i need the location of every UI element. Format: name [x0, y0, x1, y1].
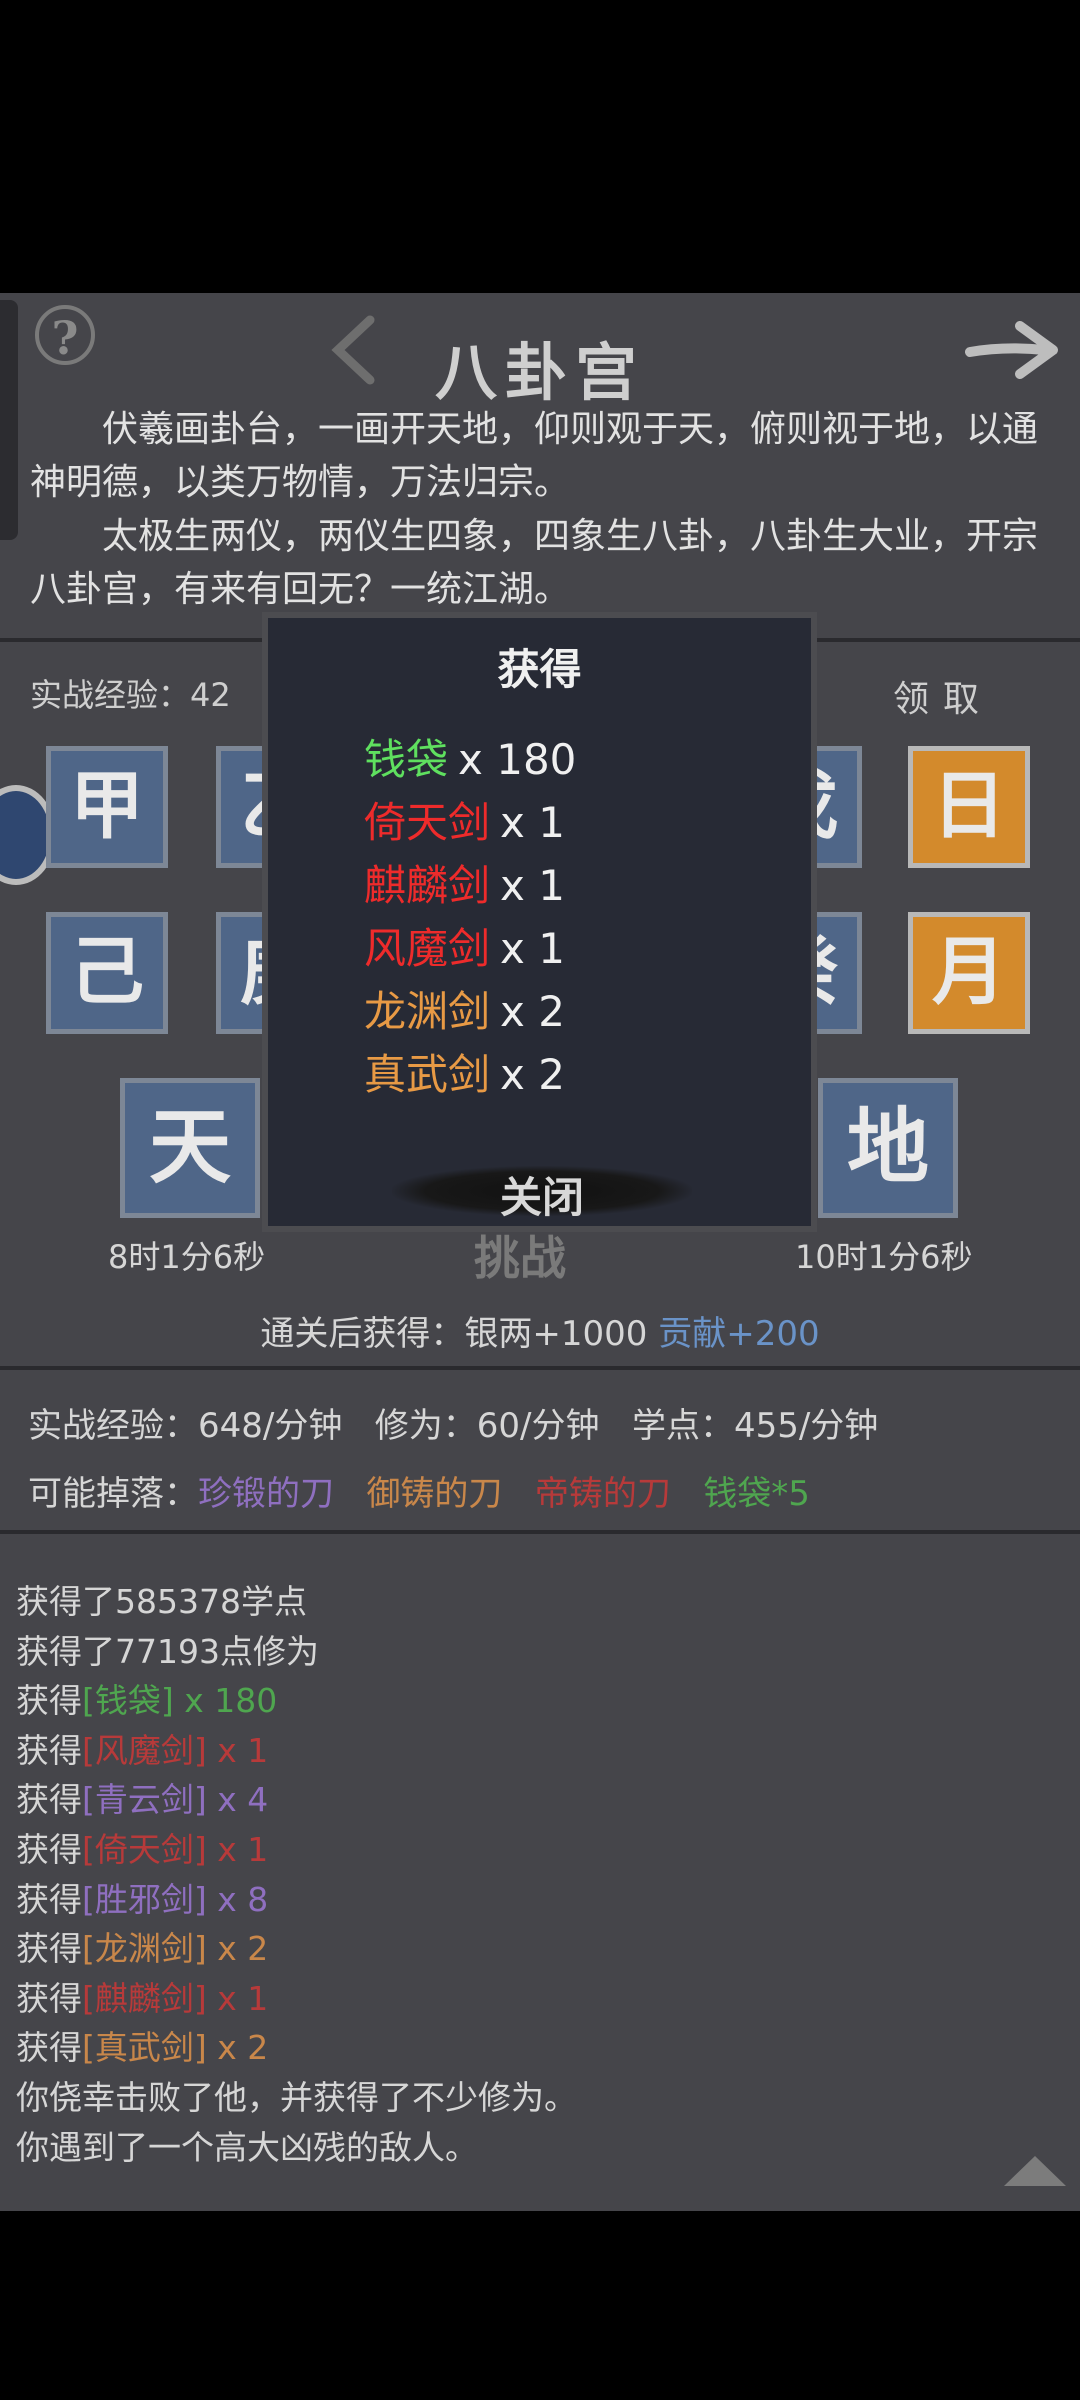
reward-item-qty: x 1	[500, 861, 565, 910]
log-line: 获得[青云剑] x 4	[16, 1773, 268, 1821]
log-item-name: [钱袋]	[82, 1681, 174, 1721]
reward-item-qty: x 1	[500, 798, 565, 847]
reward-text: 通关后获得：银两+1000	[260, 1314, 648, 1354]
tile-ji[interactable]: 己	[46, 912, 168, 1034]
log-line: 获得了585378学点	[16, 1575, 307, 1623]
cultivation-rate: 修为：60/分钟	[374, 1406, 600, 1446]
log-line: 获得[胜邪剑] x 8	[16, 1873, 268, 1921]
log-item-qty: x 180	[173, 1681, 278, 1721]
log-item-name: [龙渊剑]	[82, 1929, 207, 1969]
reward-item-qty: x 2	[500, 987, 565, 1036]
drop-item: 珍锻的刀	[198, 1474, 334, 1514]
log-line: 你遇到了一个高大凶残的敌人。	[16, 2121, 478, 2169]
log-line: 获得[风魔剑] x 1	[16, 1724, 268, 1772]
log-line: 获得[龙渊剑] x 2	[16, 1922, 268, 1970]
log-item-name: [青云剑]	[82, 1780, 207, 1820]
forward-arrow-icon[interactable]	[965, 320, 1060, 380]
log-text: 获得	[16, 1681, 82, 1721]
drop-item: 帝铸的刀	[534, 1474, 671, 1514]
reward-item: 倚天剑 x 1	[364, 791, 724, 854]
log-line: 获得了77193点修为	[16, 1625, 319, 1673]
rate-stats: 实战经验：648/分钟 修为：60/分钟 学点：455/分钟	[28, 1398, 878, 1447]
log-item-qty: x 2	[206, 1929, 269, 1969]
tile-earth[interactable]: 地	[818, 1078, 958, 1218]
reward-item: 麒麟剑 x 1	[364, 854, 724, 917]
battle-exp-counter: 实战经验：42	[30, 676, 231, 714]
reward-item: 真武剑 x 2	[364, 1043, 724, 1098]
description-paragraph: 太极生两仪，两仪生四象，四象生八卦，八卦生大业，开宗八卦宫，有来有回无？一统江湖…	[30, 516, 1039, 610]
divider	[0, 1530, 1080, 1534]
log-item-qty: x 2	[206, 2028, 269, 2068]
log-line: 获得[麒麟剑] x 1	[16, 1972, 268, 2020]
reward-item-name: 倚天剑	[364, 798, 491, 847]
close-button[interactable]: 关闭	[392, 1158, 692, 1224]
reward-item-name: 风魔剑	[364, 924, 491, 973]
reward-item-name: 钱袋	[364, 735, 449, 784]
log-line: 获得[钱袋] x 180	[16, 1674, 277, 1722]
log-text: 获得	[16, 1978, 82, 2018]
log-line: 获得[倚天剑] x 1	[16, 1823, 268, 1871]
tile-sun[interactable]: 日	[908, 746, 1030, 868]
log-text: 获得	[16, 1730, 82, 1770]
log-item-qty: x 4	[206, 1780, 269, 1820]
tile-jia[interactable]: 甲	[46, 746, 168, 868]
reward-item-qty: x 2	[500, 1050, 565, 1098]
log-text: 获得	[16, 2028, 82, 2068]
log-item-name: [麒麟剑]	[82, 1978, 207, 2018]
log-item-qty: x 1	[206, 1978, 269, 2018]
log-item-name: [胜邪剑]	[82, 1879, 207, 1919]
reward-item-name: 真武剑	[364, 1050, 491, 1098]
study-points-rate: 学点：455/分钟	[631, 1406, 879, 1446]
log-item-name: [真武剑]	[82, 2028, 207, 2068]
claim-button[interactable]: 领取	[893, 670, 993, 722]
dialog-title: 获得	[497, 645, 582, 694]
reward-item: 龙渊剑 x 2	[364, 980, 724, 1043]
reward-item-qty: x 180	[458, 735, 577, 784]
log-text: 你遇到了一个高大凶残的敌人。	[16, 2127, 478, 2167]
drop-item: 钱袋*5	[703, 1474, 810, 1514]
reward-item-qty: x 1	[500, 924, 565, 973]
tile-heaven[interactable]: 天	[120, 1078, 260, 1218]
reward-dialog: 获得 钱袋 x 180 倚天剑 x 1 麒麟剑 x 1 风魔剑 x 1 龙渊剑 x 2 真武剑 x 2…	[262, 612, 817, 1232]
log-text: 获得了77193点修为	[16, 1631, 319, 1671]
log-text: 获得	[16, 1929, 82, 1969]
log-line: 你侥幸击败了他，并获得了不少修为。	[16, 2071, 577, 2119]
log-text: 获得	[16, 1830, 82, 1869]
log-item-qty: x 8	[206, 1879, 269, 1919]
description-paragraph: 伏羲画卦台，一画开天地，仰则观于天，俯则视于地，以通神明德，以类万物情，万法归宗…	[30, 409, 1039, 503]
log-item-name: [倚天剑]	[82, 1830, 207, 1869]
drops-label: 可能掉落：	[28, 1474, 198, 1514]
log-text: 获得	[16, 1879, 82, 1919]
log-item-qty: x 1	[206, 1830, 269, 1869]
log-item-name: [风魔剑]	[82, 1730, 207, 1770]
contribution-bonus: 贡献+200	[658, 1314, 820, 1354]
reward-item-name: 龙渊剑	[364, 987, 491, 1036]
earth-timer: 10时1分6秒	[795, 1238, 973, 1276]
log-text: 获得了585378学点	[16, 1582, 307, 1621]
tile-moon[interactable]: 月	[908, 912, 1030, 1034]
battle-exp-rate: 实战经验：648/分钟	[28, 1406, 343, 1446]
log-text: 你侥幸击败了他，并获得了不少修为。	[16, 2078, 577, 2117]
heaven-timer: 8时1分6秒	[108, 1238, 266, 1276]
page-title: 八卦宫	[434, 336, 645, 409]
log-line: 获得[真武剑] x 2	[16, 2021, 268, 2069]
reward-item: 风魔剑 x 1	[364, 917, 724, 980]
drop-item: 御铸的刀	[366, 1474, 503, 1514]
reward-item: 钱袋 x 180	[364, 728, 724, 791]
close-button-label: 关闭	[499, 1173, 584, 1222]
clear-reward: 通关后获得：银两+1000 贡献+200	[0, 1306, 1080, 1355]
reward-item-name: 麒麟剑	[364, 861, 491, 910]
reward-list[interactable]: 钱袋 x 180 倚天剑 x 1 麒麟剑 x 1 风魔剑 x 1 龙渊剑 x 2 真武剑 x 2	[364, 728, 724, 1098]
log-item-qty: x 1	[206, 1730, 269, 1770]
scroll-up-icon[interactable]	[1000, 2152, 1070, 2192]
divider	[0, 1366, 1080, 1370]
possible-drops: 可能掉落：珍锻的刀 御铸的刀 帝铸的刀 钱袋*5	[28, 1466, 810, 1515]
log-text: 获得	[16, 1780, 82, 1820]
